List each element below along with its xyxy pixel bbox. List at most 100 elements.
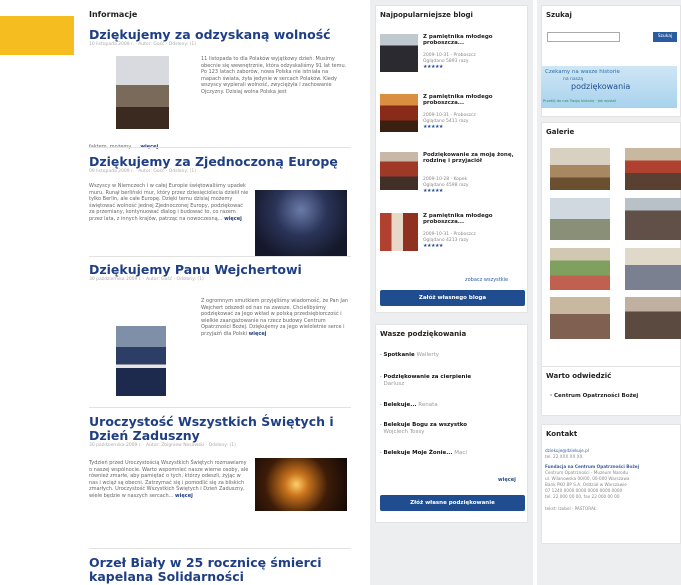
gallery-thumbnail[interactable] (625, 297, 681, 339)
divider (89, 256, 351, 257)
see-all-link[interactable]: zobacz wszystkie (465, 277, 508, 283)
article-meta: 09 listopada 2009 r. · Autor: Gość · Ods… (89, 169, 197, 174)
gallery-thumbnail[interactable] (550, 148, 610, 190)
blog-title[interactable]: Podziękowanie za moją żonę, rodzinę i pr… (423, 152, 523, 165)
article-image[interactable] (116, 326, 166, 396)
article-meta: 30 października 2009 r. · Autor: Gość · … (89, 277, 204, 282)
rating-stars: ★★★★★ (423, 243, 443, 249)
thanks-item[interactable]: · Belekuje... Renata (380, 402, 525, 409)
thanks-author: Maci (454, 450, 467, 456)
article-image[interactable] (116, 56, 169, 129)
article-text-body: Tydzień przed Uroczystością Wszystkich Ś… (89, 460, 249, 499)
logo-block[interactable] (0, 16, 74, 55)
article-title[interactable]: Orzeł Biały w 25 rocznicę śmierci kapela… (89, 556, 347, 584)
article-title[interactable]: Dziękujemy za odzyskaną wolność (89, 28, 351, 42)
blog-meta: 2009-10-31 · Proboszcz (423, 113, 476, 118)
thanks-title[interactable]: Belekuje Bogu za wszystko (384, 422, 468, 428)
rating-stars: ★★★★★ (423, 64, 443, 70)
box-title: Szukaj (546, 11, 572, 19)
article-footer: faktem, możemy... więcej (89, 133, 351, 152)
thanks-author: Renata (418, 402, 438, 408)
article-title[interactable]: Dziękujemy Panu Wejchertowi (89, 263, 351, 277)
thanks-title[interactable]: Podziękowanie za cierpienie (384, 374, 472, 380)
article: Dziękujemy Panu Wejchertowi 30 październ… (89, 263, 351, 283)
contact-org[interactable]: Fundacja na Centrum Opatrzności Bożej (545, 464, 677, 469)
box-title: Warto odwiedzić (546, 372, 612, 380)
gallery-thumbnail[interactable] (625, 248, 681, 290)
thanks-title[interactable]: Belekuje... (384, 402, 417, 408)
thanks-author: Wallerty (416, 352, 440, 358)
contact-line: 07 1240 0000 0000 0000 0000 0000 (545, 488, 623, 493)
blog-item[interactable]: Podziękowanie za moją żonę, rodzinę i pr… (380, 152, 525, 204)
link-item[interactable]: · Centrum Opatrzności Bożej (550, 393, 638, 399)
contact-line: Bank PKO BP S.A. Oddział w Warszawie (545, 482, 627, 487)
article: Uroczystość Wszystkich Świętych i Dzień … (89, 415, 351, 449)
blog-title[interactable]: Z pamiętnika młodego proboszcza... (423, 34, 523, 47)
article-text: Z ogromnym smutkiem przyjęliśmy wiadomoś… (201, 298, 349, 338)
gallery-thumbnail[interactable] (550, 248, 610, 290)
blog-meta: 2009-10-31 · Proboszcz (423, 53, 476, 58)
rating-stars: ★★★★★ (423, 188, 443, 194)
search-input[interactable] (547, 32, 620, 42)
thanks-item[interactable]: · Podziękowanie za cierpienie Darlusz (380, 374, 525, 387)
popular-blogs-box: Najpopularniejsze blogi Z pamiętnika mło… (375, 5, 528, 313)
gallery-thumbnail[interactable] (625, 148, 681, 190)
article: Dziękujemy za Zjednoczoną Europę 09 list… (89, 155, 351, 175)
thanks-box: Wasze podziękowania · Spotkanie Wallerty… (375, 324, 528, 523)
section-title: Informacje (89, 10, 138, 19)
box-title: Galerie (546, 128, 575, 136)
thanks-item[interactable]: · Belekuje Bogu za wszystko Wojciech Tos… (380, 422, 525, 435)
gallery-thumbnail[interactable] (550, 198, 610, 240)
blogs-column: Najpopularniejsze blogi Z pamiętnika mło… (370, 0, 533, 585)
article-title[interactable]: Uroczystość Wszystkich Świętych i Dzień … (89, 415, 339, 443)
article-meta: 30 października 2009 r. · Autor: Zbignie… (89, 443, 236, 448)
blog-thumbnail[interactable] (380, 152, 418, 190)
box-title: Kontakt (546, 430, 578, 438)
search-button[interactable]: Szukaj (653, 32, 677, 42)
gallery-thumbnail[interactable] (625, 198, 681, 240)
gallery-thumbnail[interactable] (550, 297, 610, 339)
article: Dziękujemy za odzyskaną wolność 10 listo… (89, 28, 351, 48)
box-title: Wasze podziękowania (380, 330, 467, 338)
contact-line: Centrum Opatrzności - Muzeum Narodu (545, 470, 629, 475)
thanks-title[interactable]: Belekuje Moje Żonie... (384, 450, 453, 456)
thanks-item[interactable]: · Spotkanie Wallerty (380, 352, 525, 359)
thanks-title[interactable]: Spotkanie (384, 352, 415, 358)
article-text: Wszyscy w Niemczech i w całej Europie św… (89, 183, 249, 223)
blog-thumbnail[interactable] (380, 213, 418, 251)
more-link[interactable]: więcej (175, 493, 193, 499)
banner-footer: Prześlij do nas Twoją historię · Jak wys… (543, 99, 617, 103)
news-column: Informacje Dziękujemy za odzyskaną wolno… (89, 0, 351, 585)
blog-item[interactable]: Z pamiętnika młodego proboszcza... 2009-… (380, 213, 525, 265)
article-image[interactable] (255, 190, 347, 256)
article-title[interactable]: Dziękujemy za Zjednoczoną Europę (89, 155, 351, 169)
banner-line: podziękowania (571, 82, 631, 91)
blog-title[interactable]: Z pamiętnika młodego proboszcza... (423, 213, 523, 226)
article-meta: 10 listopada 2009 r. · Autor: Gość · Ods… (89, 42, 197, 47)
thanks-banner[interactable]: Czekamy na wasze historie na naszą podzi… (541, 66, 677, 108)
rating-stars: ★★★★★ (423, 124, 443, 130)
article-image[interactable] (255, 458, 347, 511)
blog-thumbnail[interactable] (380, 94, 418, 132)
link-label[interactable]: Centrum Opatrzności Bożej (554, 393, 638, 399)
article-text: Tydzień przed Uroczystością Wszystkich Ś… (89, 460, 249, 500)
contact-email[interactable]: dziekuje@dziekuje.pl (545, 448, 677, 453)
blog-thumbnail[interactable] (380, 34, 418, 72)
more-link[interactable]: więcej (224, 216, 242, 222)
blog-title[interactable]: Z pamiętnika młodego proboszcza... (423, 94, 523, 107)
create-blog-button[interactable]: Załóż własnego bloga (380, 290, 525, 306)
thanks-author: Darlusz (383, 380, 405, 387)
sidebar-column: Szukaj Szukaj Czekamy na wasze historie … (537, 0, 681, 585)
blog-meta: 2009-10-28 · Kopek (423, 177, 468, 182)
blog-item[interactable]: Z pamiętnika młodego proboszcza... 2009-… (380, 94, 525, 146)
article-text: 11 listopada to dla Polaków wyjątkowy dz… (201, 56, 347, 95)
divider (89, 548, 351, 549)
send-thanks-button[interactable]: Złóż własne podziękowanie (380, 495, 525, 511)
thanks-item[interactable]: · Belekuje Moje Żonie... Maci (380, 450, 525, 457)
contact-line: tel. 22 000 00 00, fax 22 000 00 00 (545, 494, 620, 499)
banner-line: Czekamy na wasze historie (545, 69, 620, 75)
blog-item[interactable]: Z pamiętnika młodego proboszcza... 2009-… (380, 34, 525, 86)
more-link[interactable]: więcej (498, 477, 516, 483)
more-link[interactable]: więcej (249, 331, 267, 337)
article: Orzeł Biały w 25 rocznicę śmierci kapela… (89, 556, 351, 584)
